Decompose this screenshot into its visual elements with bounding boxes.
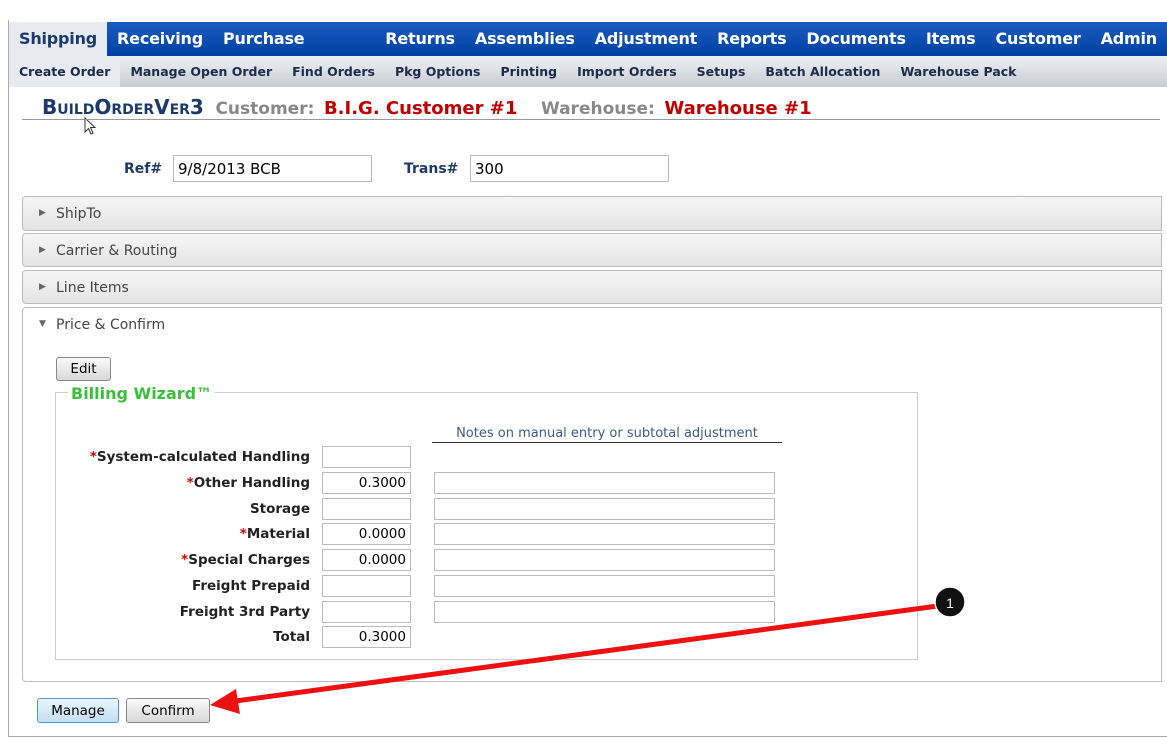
nav-tab-adjustment[interactable]: Adjustment [585, 22, 707, 56]
notes-input[interactable] [434, 575, 775, 597]
amount-input[interactable] [322, 498, 411, 520]
section-price-confirm-header[interactable]: ▼ Price & Confirm [23, 308, 1161, 342]
amount-input[interactable]: 0.3000 [322, 626, 411, 648]
nav-tab-reports[interactable]: Reports [707, 22, 796, 56]
expand-icon: ▶ [39, 208, 46, 218]
required-marker: * [89, 449, 97, 465]
subnav-find-orders[interactable]: Find Orders [282, 56, 385, 87]
notes-input[interactable] [434, 601, 775, 623]
subnav-pkg-options[interactable]: Pkg Options [385, 56, 491, 87]
amount-input[interactable]: 0.0000 [322, 549, 411, 571]
row-label-text: Other Handling [193, 475, 310, 491]
notes-header: Notes on manual entry or subtotal adjust… [432, 426, 782, 443]
subnav-setups[interactable]: Setups [687, 56, 756, 87]
expand-icon: ▶ [39, 245, 46, 255]
warehouse-value: Warehouse #1 [664, 98, 812, 119]
mouse-cursor-icon [84, 117, 97, 135]
sub-nav: Create Order Manage Open Order Find Orders… [9, 56, 1167, 87]
row-label: Freight 3rd Party [180, 604, 310, 620]
nav-tab-items[interactable]: Items [916, 22, 986, 56]
row-label-text: System-calculated Handling [96, 449, 310, 465]
row-label-text: Total [273, 629, 310, 645]
subnav-batch-allocation[interactable]: Batch Allocation [755, 56, 890, 87]
section-title: Line Items [56, 280, 129, 296]
ref-label: Ref# [124, 161, 163, 177]
subnav-manage-open-order[interactable]: Manage Open Order [120, 56, 282, 87]
amount-input[interactable] [322, 601, 411, 623]
section-line-items[interactable]: ▶ Line Items [22, 270, 1162, 304]
subnav-printing[interactable]: Printing [491, 56, 568, 87]
trans-label: Trans# [404, 161, 459, 177]
subnav-warehouse-pack[interactable]: Warehouse Pack [890, 56, 1026, 87]
required-marker: * [239, 526, 247, 542]
customer-label: Customer: [215, 99, 315, 119]
row-label-text: Special Charges [188, 552, 310, 568]
notes-input[interactable] [434, 498, 775, 520]
main-nav: ShippingReceivingPurchase OrdersReturnsA… [9, 22, 1167, 82]
row-label-text: Freight 3rd Party [179, 604, 310, 620]
header-divider [22, 119, 1160, 120]
row-label: *Special Charges [181, 552, 310, 568]
row-label-text: Material [246, 526, 310, 542]
row-label-text: Storage [249, 501, 310, 517]
amount-input[interactable] [322, 446, 411, 468]
nav-tab-shipping[interactable]: Shipping [9, 22, 108, 56]
trans-input[interactable] [470, 155, 669, 182]
section-title: Price & Confirm [56, 317, 166, 333]
required-marker: * [186, 475, 194, 491]
nav-tab-assemblies[interactable]: Assemblies [465, 22, 585, 56]
edit-button[interactable]: Edit [56, 357, 111, 381]
section-title: Carrier & Routing [56, 243, 178, 259]
subnav-create-order[interactable]: Create Order [9, 56, 121, 87]
page-title: BuildOrderVer3 [42, 95, 204, 119]
page-header: BuildOrderVer3 Customer: B.I.G. Customer… [42, 95, 812, 119]
nav-tab-returns[interactable]: Returns [375, 22, 465, 56]
customer-value: B.I.G. Customer #1 [323, 98, 518, 119]
section-title: ShipTo [56, 206, 102, 222]
billing-wizard-title: Billing Wizard™ [68, 384, 216, 403]
row-label: Storage [250, 501, 310, 517]
collapse-icon: ▼ [39, 319, 46, 329]
row-label: Freight Prepaid [192, 578, 310, 594]
nav-tab-admin[interactable]: Admin [1091, 22, 1167, 56]
nav-tab-customer[interactable]: Customer [985, 22, 1090, 56]
nav-tab-receiving[interactable]: Receiving [107, 22, 213, 56]
manage-button[interactable]: Manage [37, 698, 119, 723]
subnav-import-orders[interactable]: Import Orders [567, 56, 687, 87]
section-carrier-routing[interactable]: ▶ Carrier & Routing [22, 233, 1162, 267]
amount-input[interactable]: 0.0000 [322, 523, 411, 545]
amount-input[interactable]: 0.3000 [322, 472, 411, 494]
row-label: *Material [240, 526, 310, 542]
nav-tab-purchase-orders[interactable]: Purchase Orders [213, 22, 375, 82]
row-label: *System-calculated Handling [90, 449, 310, 465]
row-label: *Other Handling [187, 475, 310, 491]
nav-tab-documents[interactable]: Documents [796, 22, 915, 56]
section-shipto[interactable]: ▶ ShipTo [22, 196, 1162, 231]
row-label: Total [273, 629, 310, 645]
warehouse-label: Warehouse: [540, 99, 655, 119]
ref-input[interactable] [173, 155, 372, 182]
confirm-button[interactable]: Confirm [126, 698, 210, 723]
notes-input[interactable] [434, 472, 775, 494]
row-label-text: Freight Prepaid [192, 578, 310, 594]
notes-input[interactable] [434, 549, 775, 571]
notes-input[interactable] [434, 523, 775, 545]
expand-icon: ▶ [39, 282, 46, 292]
amount-input[interactable] [322, 575, 411, 597]
